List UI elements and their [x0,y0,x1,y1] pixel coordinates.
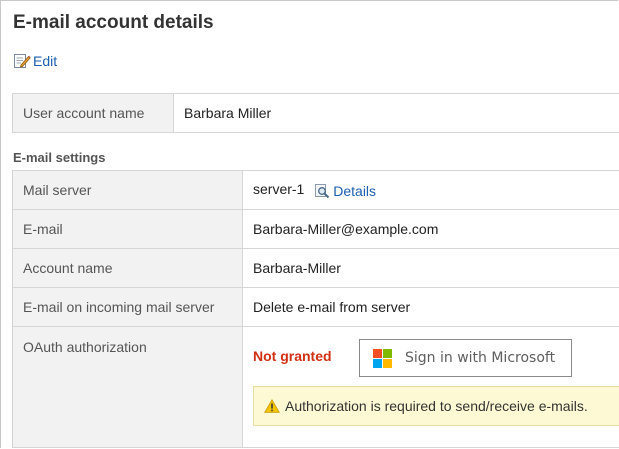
email-value: Barbara-Miller@example.com [242,209,619,249]
authorization-warning-text: Authorization is required to send/receiv… [285,398,588,414]
mail-server-details-link[interactable]: Details [314,183,376,199]
sign-in-with-microsoft-button[interactable]: Sign in with Microsoft [359,339,572,377]
details-link-label: Details [333,182,377,199]
edit-link-label: Edit [33,53,58,69]
oauth-label: OAuth authorization [12,326,243,448]
edit-link[interactable]: Edit [13,52,57,70]
user-account-row: User account name Barbara Miller [12,93,619,133]
incoming-mail-row: E-mail on incoming mail server Delete e-… [12,287,619,327]
oauth-value-cell: Not granted Sign in with Microsoft Autho… [242,326,619,448]
account-name-label: Account name [12,248,243,288]
oauth-content: Not granted Sign in with Microsoft Autho… [244,328,619,436]
account-name-row: Account name Barbara-Miller [12,248,619,288]
oauth-row: OAuth authorization Not granted Sign in … [12,326,619,448]
user-account-table: User account name Barbara Miller [12,93,619,133]
oauth-status: Not granted [253,348,332,364]
mail-server-value: server-1 [253,181,305,198]
mail-server-label: Mail server [12,170,243,210]
authorization-warning: Authorization is required to send/receiv… [253,386,619,426]
mail-server-row: Mail server server-1 Details [12,170,619,210]
warning-triangle-icon [264,399,280,413]
microsoft-logo-icon [373,348,392,368]
email-settings-section-title: E-mail settings [13,150,106,165]
email-settings-table: Mail server server-1 Details E-mail Barb… [12,170,619,448]
edit-pencil-icon [13,52,31,70]
user-account-name-value: Barbara Miller [173,93,619,133]
incoming-mail-value: Delete e-mail from server [242,287,619,327]
magnifier-details-icon [314,183,330,199]
account-name-value: Barbara-Miller [242,248,619,288]
incoming-mail-label: E-mail on incoming mail server [12,287,243,327]
email-label: E-mail [12,209,243,249]
user-account-name-label: User account name [12,93,174,133]
sign-in-with-microsoft-label: Sign in with Microsoft [405,350,556,366]
mail-server-value-cell: server-1 Details [242,170,619,210]
email-row: E-mail Barbara-Miller@example.com [12,209,619,249]
page-title: E-mail account details [13,12,214,33]
